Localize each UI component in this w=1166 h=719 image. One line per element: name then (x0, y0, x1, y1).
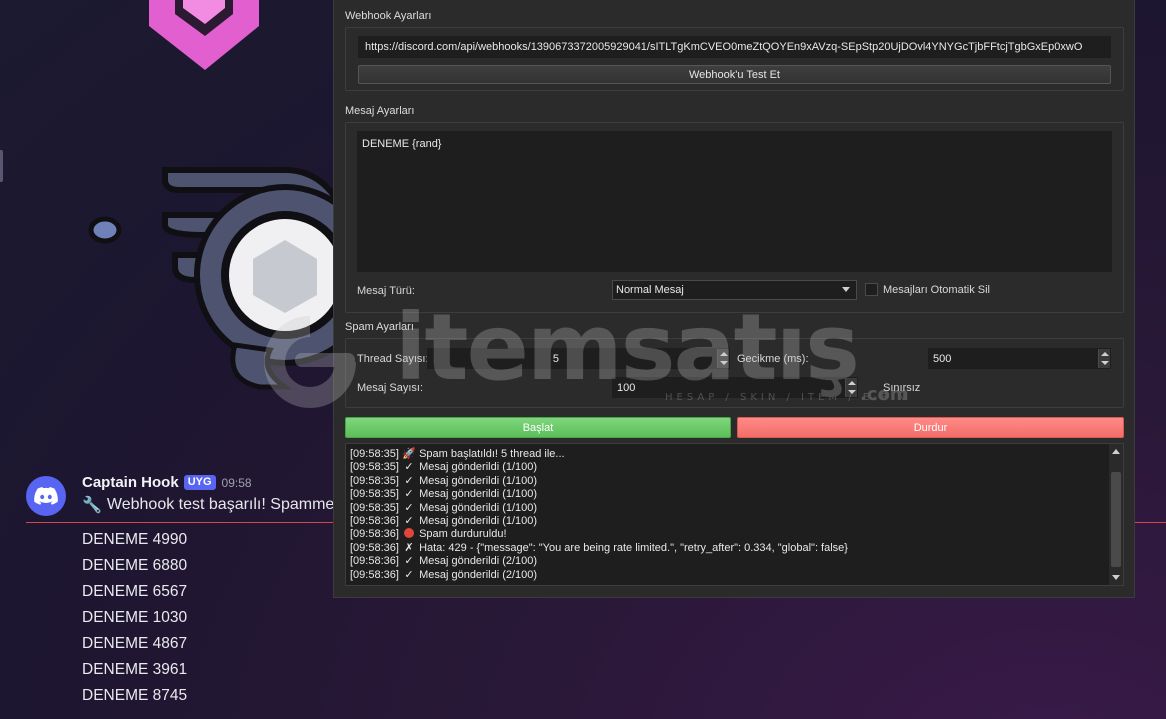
log-time: [09:58:35] (350, 488, 399, 501)
chevron-down-icon (842, 287, 850, 292)
start-button[interactable]: Başlat (345, 417, 731, 438)
log-lines: [09:58:35] 🚀 Spam başlatıldı! 5 thread i… (350, 448, 848, 582)
list-item: DENEME 6567 (82, 583, 188, 600)
delay-value: 500 (933, 352, 952, 365)
watermark-logo-icon (264, 316, 356, 408)
log-line: [09:58:35] ✓ Mesaj gönderildi (1/100) (350, 461, 848, 474)
rocket-icon: 🚀 (402, 448, 416, 460)
log-time: [09:58:35] (350, 501, 399, 514)
log-text: Spam başlatıldı! 5 thread ile... (419, 448, 565, 460)
auto-delete-label: Mesajları Otomatik Sil (883, 284, 990, 296)
author-name[interactable]: Captain Hook (82, 474, 179, 491)
auto-delete-checkbox[interactable] (865, 283, 878, 296)
message-timestamp: 09:58 (221, 475, 252, 490)
list-item: DENEME 1030 (82, 609, 188, 626)
check-icon: ✓ (404, 555, 414, 568)
log-text: Hata: 429 - {"message": "You are being r… (419, 541, 848, 554)
log-text: Mesaj gönderildi (1/100) (419, 461, 538, 474)
red-circle-icon (402, 528, 416, 541)
wrench-icon: 🔧 (82, 497, 102, 514)
log-time: [09:58:35] (350, 461, 399, 474)
log-text: Mesaj gönderildi (1/100) (419, 474, 538, 487)
log-scrollbar[interactable] (1109, 444, 1123, 585)
log-line: [09:58:36] ✗ Hata: 429 - {"message": "Yo… (350, 542, 848, 555)
webhook-group-title: Webhook Ayarları (345, 10, 432, 22)
watermark: itemsatış HESAP / SKIN / ITEM / E-PIN .c… (245, 294, 935, 415)
check-icon: ✓ (404, 568, 414, 581)
log-text: Mesaj gönderildi (1/100) (419, 501, 538, 514)
check-icon: ✓ (404, 474, 414, 487)
log-text: Mesaj gönderildi (2/100) (419, 568, 538, 581)
message-list: DENEME 4990 DENEME 6880 DENEME 6567 DENE… (82, 530, 187, 712)
log-text: Spam durduruldu! (419, 528, 507, 541)
log-text: Mesaj gönderildi (2/100) (419, 555, 538, 568)
log-line: [09:58:35] 🚀 Spam başlatıldı! 5 thread i… (350, 448, 848, 461)
check-icon: ✓ (404, 514, 414, 527)
stop-button[interactable]: Durdur (737, 417, 1124, 438)
log-line: [09:58:36] ✓ Mesaj gönderildi (1/100) (350, 515, 848, 528)
log-line: [09:58:36] ✓ Mesaj gönderildi (2/100) (350, 555, 848, 568)
message-text: Webhook test başarılı! Spammer h (106, 496, 353, 513)
log-time: [09:58:36] (350, 555, 399, 568)
server-indicator (0, 150, 3, 182)
log-text: Mesaj gönderildi (1/100) (419, 488, 538, 501)
bot-tag-badge: UYG (183, 475, 216, 490)
cross-icon: ✗ (404, 541, 414, 554)
list-item: DENEME 6880 (82, 557, 188, 574)
watermark-suffix: .com (860, 384, 909, 405)
test-webhook-button[interactable]: Webhook'u Test Et (358, 65, 1111, 84)
scroll-up-icon[interactable] (1112, 449, 1120, 454)
log-line: [09:58:35] ✓ Mesaj gönderildi (1/100) (350, 475, 848, 488)
check-icon: ✓ (404, 488, 414, 501)
spin-arrows-icon[interactable] (1098, 349, 1110, 368)
discord-icon (34, 487, 58, 505)
pink-logo-icon (149, 0, 259, 70)
watermark-brand: itemsatış (395, 294, 860, 401)
log-output[interactable]: [09:58:35] 🚀 Spam başlatıldı! 5 thread i… (345, 443, 1124, 586)
log-line: [09:58:35] ✓ Mesaj gönderildi (1/100) (350, 488, 848, 501)
log-text: Mesaj gönderildi (1/100) (419, 514, 538, 527)
log-time: [09:58:35] (350, 474, 399, 487)
log-time: [09:58:35] (350, 448, 399, 460)
scroll-down-icon[interactable] (1112, 575, 1120, 580)
avatar[interactable] (26, 476, 66, 516)
delay-spinbox[interactable]: 500 (928, 348, 1111, 369)
log-time: [09:58:36] (350, 568, 399, 581)
log-line: [09:58:36] Spam durduruldu! (350, 528, 848, 541)
log-line: [09:58:35] ✓ Mesaj gönderildi (1/100) (350, 502, 848, 515)
webhook-url-input[interactable]: https://discord.com/api/webhooks/1390673… (358, 36, 1111, 58)
log-time: [09:58:36] (350, 541, 399, 554)
list-item: DENEME 3961 (82, 661, 188, 678)
list-item: DENEME 4867 (82, 635, 188, 652)
list-item: DENEME 4990 (82, 531, 188, 548)
message-group-title: Mesaj Ayarları (345, 105, 415, 117)
log-line: [09:58:36] ✓ Mesaj gönderildi (2/100) (350, 569, 848, 582)
scroll-thumb[interactable] (1111, 472, 1121, 567)
check-icon: ✓ (404, 501, 414, 514)
list-item: DENEME 8745 (82, 687, 188, 704)
check-icon: ✓ (404, 461, 414, 474)
log-time: [09:58:36] (350, 528, 399, 541)
message-content-textarea[interactable]: DENEME {rand} (357, 131, 1112, 272)
log-time: [09:58:36] (350, 514, 399, 527)
